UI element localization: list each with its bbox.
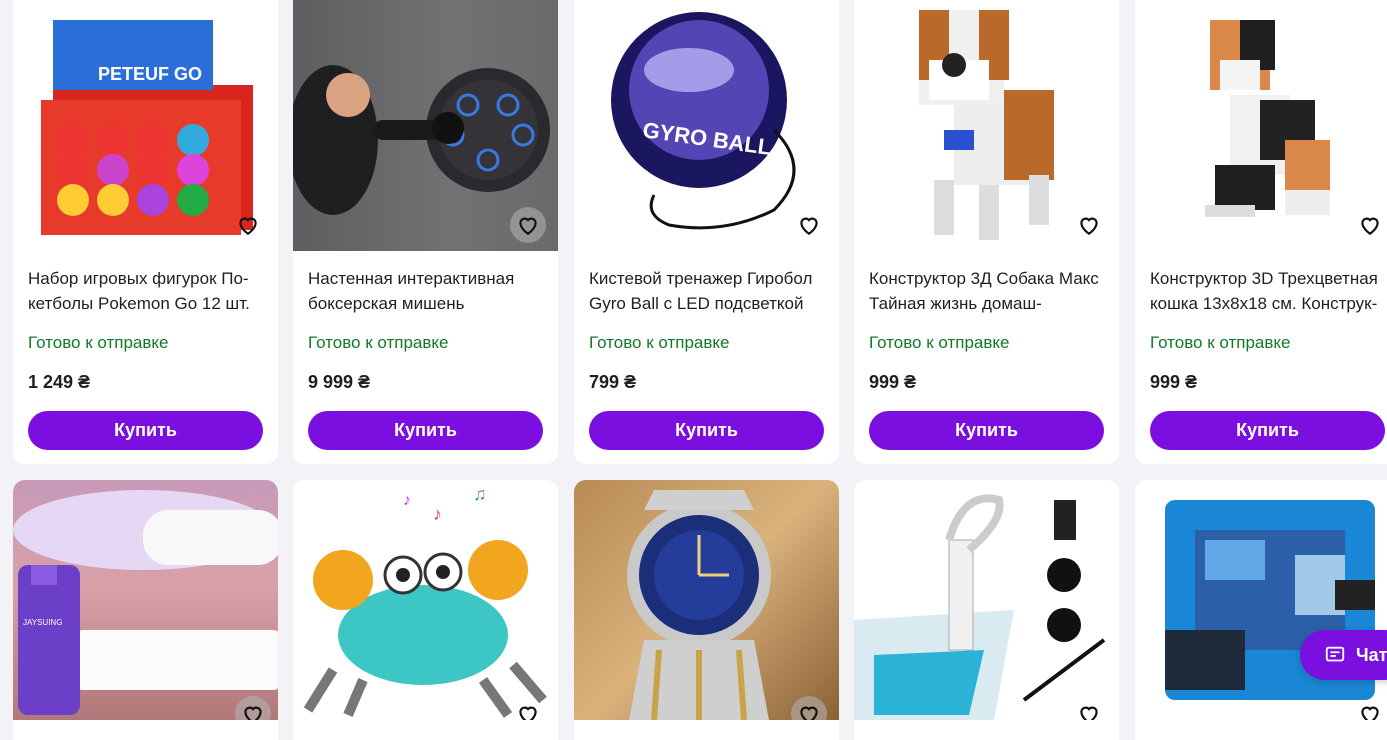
svg-text:♪: ♪	[403, 492, 411, 509]
favorite-icon[interactable]	[791, 207, 827, 243]
favorite-icon[interactable]	[1071, 207, 1107, 243]
svg-text:♫: ♫	[473, 484, 487, 504]
box-logo-text: PETEUF GO	[98, 64, 202, 84]
product-card[interactable]: Конструктор 3D Трехцветная кошка 13x8x18…	[1135, 0, 1387, 464]
product-card[interactable]: Конструктор 3Д Собака Макс Тайная жизнь …	[854, 0, 1119, 464]
chat-icon	[1325, 646, 1345, 662]
availability-status: Готово к отправке	[1150, 333, 1291, 352]
product-image[interactable]: PETEUF GO	[13, 0, 278, 251]
product-card[interactable]: GYRO BALL Кистевой тренажер Гиробол Gyro…	[574, 0, 839, 464]
product-image[interactable]	[1135, 480, 1387, 720]
foam-bottle-label: JAYSUING	[23, 618, 62, 627]
product-image[interactable]: GYRO BALL	[574, 0, 839, 251]
product-image[interactable]	[574, 480, 839, 720]
availability-status: Готово к отправке	[28, 333, 169, 352]
product-image[interactable]: JAYSUING	[13, 480, 278, 720]
chat-label: Чат	[1356, 644, 1387, 665]
favorite-icon[interactable]	[1352, 207, 1387, 243]
favorite-icon[interactable]	[510, 207, 546, 243]
product-image[interactable]	[293, 0, 558, 251]
product-image[interactable]	[854, 480, 1119, 720]
buy-button[interactable]: Купить	[28, 411, 263, 450]
product-image[interactable]	[1135, 0, 1387, 251]
product-card[interactable]	[854, 480, 1119, 740]
buy-button[interactable]: Купить	[1150, 411, 1385, 450]
availability-status: Готово к отправке	[589, 333, 730, 352]
product-card[interactable]: ♪ ♫ ♪	[293, 480, 558, 740]
buy-button[interactable]: Купить	[308, 411, 543, 450]
product-price: 799 ₴	[589, 372, 637, 392]
product-image[interactable]: ♪ ♫ ♪	[293, 480, 558, 720]
chat-button[interactable]: Чат	[1300, 630, 1387, 680]
product-price: 999 ₴	[1150, 372, 1198, 392]
product-title[interactable]: Набор игровых фигурок По­кетболы Pokemon…	[28, 266, 268, 316]
product-price: 999 ₴	[869, 372, 917, 392]
product-card[interactable]: Настенная интерактивная боксерская мишен…	[293, 0, 558, 464]
product-card[interactable]	[574, 480, 839, 740]
favorite-icon[interactable]	[1352, 696, 1387, 720]
favorite-icon[interactable]	[230, 207, 266, 243]
buy-button[interactable]: Купить	[869, 411, 1104, 450]
product-card[interactable]	[1135, 480, 1387, 740]
product-title[interactable]: Кистевой тренажер Гиробол Gyro Ball с LE…	[589, 266, 829, 316]
product-price: 1 249 ₴	[28, 372, 91, 392]
product-title[interactable]: Настенная интерактивная боксерская мишен…	[308, 266, 548, 316]
svg-text:♪: ♪	[433, 504, 442, 524]
product-price: 9 999 ₴	[308, 372, 371, 392]
product-title[interactable]: Конструктор 3D Трехцветная кошка 13x8x18…	[1150, 266, 1387, 316]
product-card[interactable]: JAYSUING	[13, 480, 278, 740]
availability-status: Готово к отправке	[308, 333, 449, 352]
product-title[interactable]: Конструктор 3Д Собака Макс Тайная жизнь …	[869, 266, 1109, 316]
product-card[interactable]: PETEUF GO Набор игровых фигурок По­кетбо…	[13, 0, 278, 464]
product-image[interactable]	[854, 0, 1119, 251]
buy-button[interactable]: Купить	[589, 411, 824, 450]
availability-status: Готово к отправке	[869, 333, 1010, 352]
